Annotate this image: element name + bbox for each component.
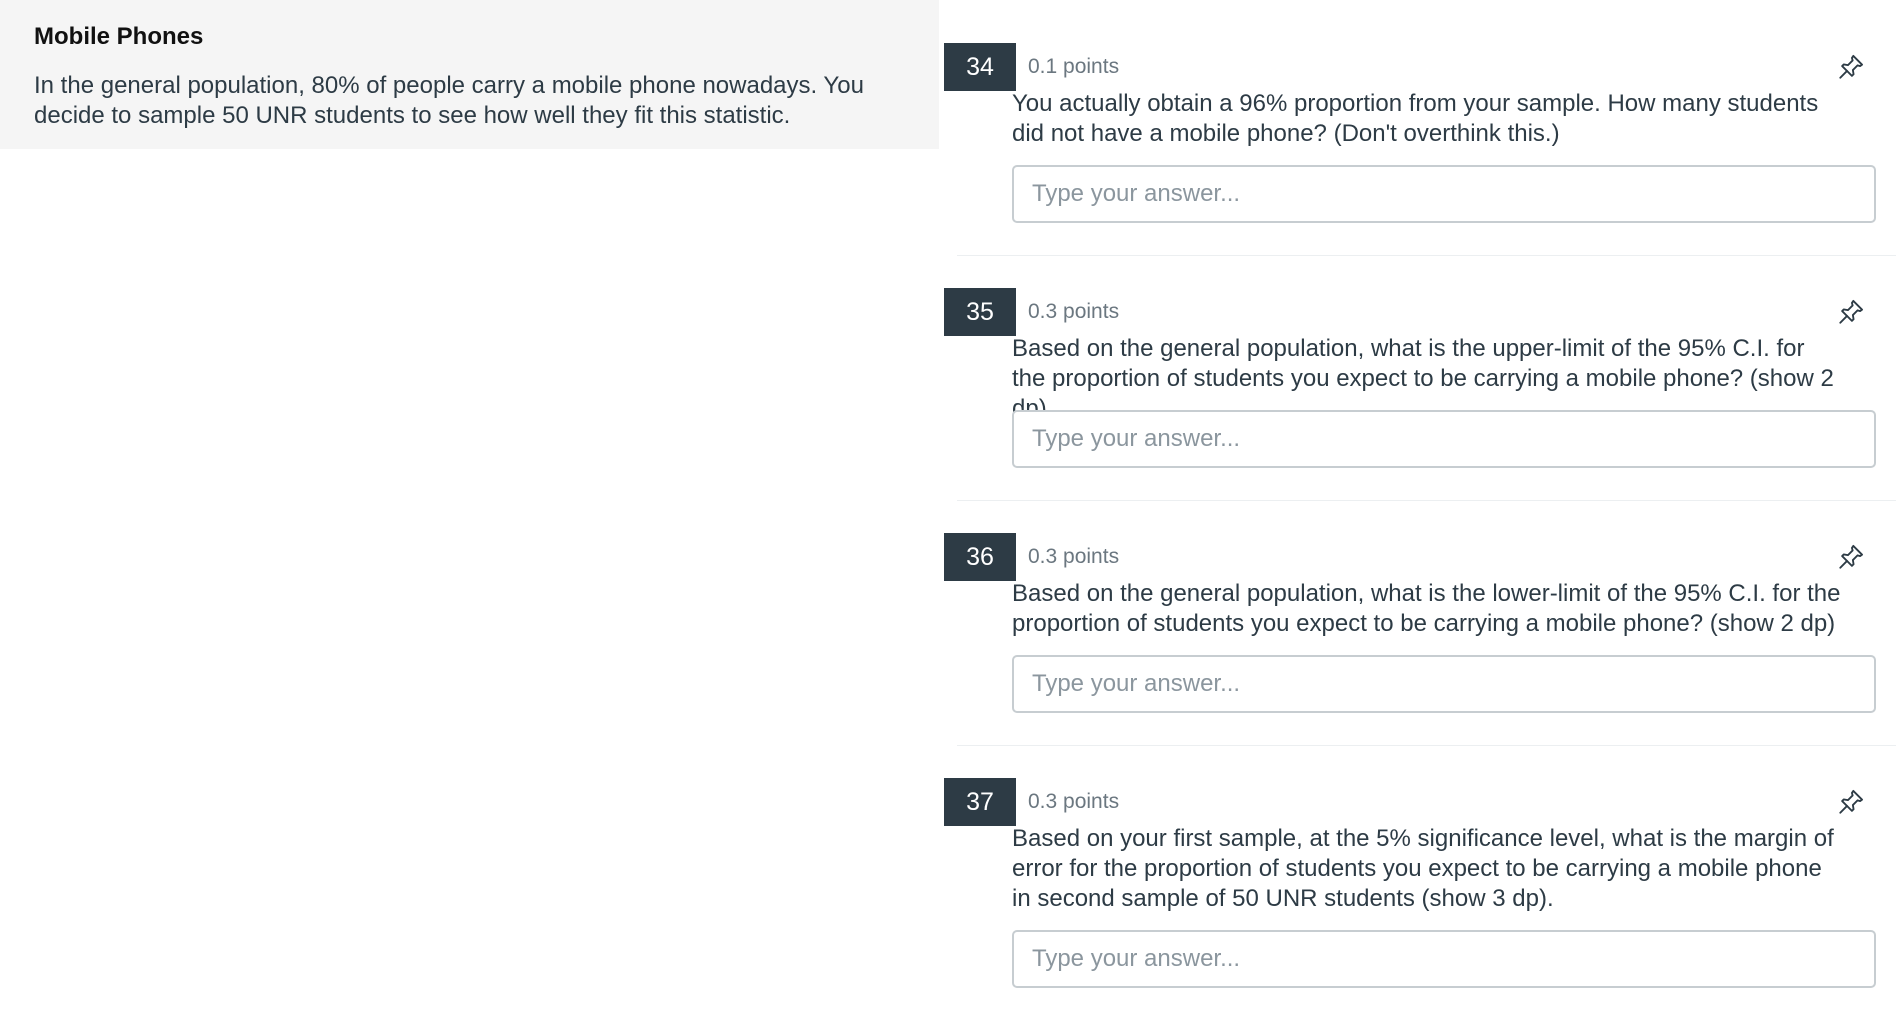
- answer-input[interactable]: [1012, 930, 1876, 988]
- question-divider: [957, 745, 1896, 746]
- pin-icon[interactable]: [1837, 298, 1865, 326]
- question-points: 0.3 points: [1028, 300, 1120, 323]
- pin-icon[interactable]: [1837, 788, 1865, 816]
- question-points: 0.3 points: [1028, 545, 1120, 568]
- question-text: You actually obtain a 96% proportion fro…: [1012, 90, 1819, 147]
- pin-icon[interactable]: [1837, 543, 1865, 571]
- question-text: Based on your first sample, at the 5% si…: [1012, 825, 1834, 912]
- answer-input[interactable]: [1012, 410, 1876, 468]
- answer-input[interactable]: [1012, 655, 1876, 713]
- question-number-badge: 35: [944, 288, 1016, 336]
- stimulus-title: Mobile Phones: [34, 23, 204, 50]
- stimulus-panel: Mobile Phones In the general population,…: [0, 0, 939, 149]
- pin-icon[interactable]: [1837, 53, 1865, 81]
- question-number-badge: 37: [944, 778, 1016, 826]
- question-divider: [957, 500, 1896, 501]
- stimulus-body: In the general population, 80% of people…: [34, 72, 864, 129]
- question-points: 0.1 points: [1028, 55, 1120, 78]
- question-divider: [957, 255, 1896, 256]
- question-number-badge: 36: [944, 533, 1016, 581]
- question-number-badge: 34: [944, 43, 1016, 91]
- question-points: 0.3 points: [1028, 790, 1120, 813]
- answer-input[interactable]: [1012, 165, 1876, 223]
- question-text: Based on the general population, what is…: [1012, 580, 1841, 637]
